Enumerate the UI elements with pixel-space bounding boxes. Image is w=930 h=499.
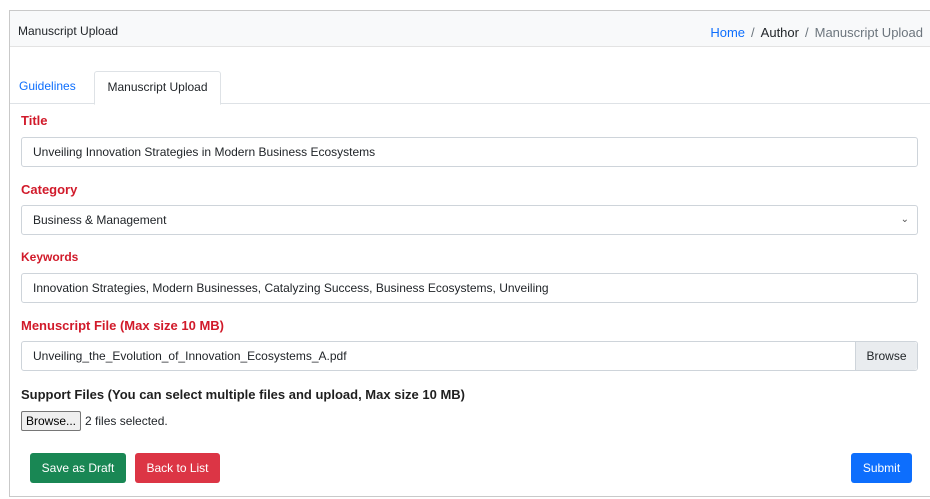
- support-files-label: Support Files (You can select multiple f…: [21, 387, 466, 402]
- submit-button[interactable]: Submit: [851, 453, 912, 483]
- breadcrumb-author: Author: [760, 25, 799, 40]
- support-files-input[interactable]: Browse... 2 files selected.: [21, 410, 168, 432]
- category-selected-value: Business & Management: [33, 213, 167, 227]
- support-files-browse-button[interactable]: Browse...: [21, 411, 82, 431]
- manuscript-file-label: Menuscript File (Max size 10 MB): [21, 318, 224, 333]
- page-header: Manuscript Upload Home / Author / Manuscript…: [10, 11, 930, 47]
- support-files-status: 2 files selected.: [85, 414, 168, 428]
- breadcrumb-separator: /: [804, 25, 809, 40]
- keywords-input[interactable]: Innovation Strategies, Modern Businesses…: [21, 273, 918, 303]
- page-frame: Manuscript Upload Home / Author / Manuscript…: [9, 10, 930, 497]
- category-select[interactable]: Business & Management ⌄: [21, 205, 918, 235]
- tab-guidelines[interactable]: Guidelines: [11, 71, 84, 104]
- breadcrumb-separator: /: [751, 25, 755, 40]
- manuscript-file-name: Unveiling_the_Evolution_of_Innovation_Ec…: [33, 349, 347, 363]
- keywords-label: Keywords: [21, 250, 79, 264]
- title-input[interactable]: Unveiling Innovation Strategies in Moder…: [21, 137, 918, 167]
- chevron-down-icon: ⌄: [900, 214, 909, 225]
- back-to-list-button[interactable]: Back to List: [135, 453, 220, 483]
- manuscript-file-input[interactable]: Unveiling_the_Evolution_of_Innovation_Ec…: [21, 341, 918, 371]
- save-as-draft-button[interactable]: Save as Draft: [30, 453, 126, 483]
- breadcrumb-home[interactable]: Home: [710, 25, 745, 40]
- page-title: Manuscript Upload: [18, 24, 119, 38]
- breadcrumb: Home / Author / Manuscript Upload: [710, 25, 923, 40]
- breadcrumb-current: Manuscript Upload: [814, 25, 923, 40]
- title-label: Title: [21, 113, 48, 128]
- tab-bar: Guidelines Manuscript Upload: [10, 71, 930, 105]
- tab-manuscript-upload[interactable]: Manuscript Upload: [94, 71, 221, 105]
- browse-button[interactable]: Browse: [855, 342, 917, 370]
- category-label: Category: [21, 182, 78, 197]
